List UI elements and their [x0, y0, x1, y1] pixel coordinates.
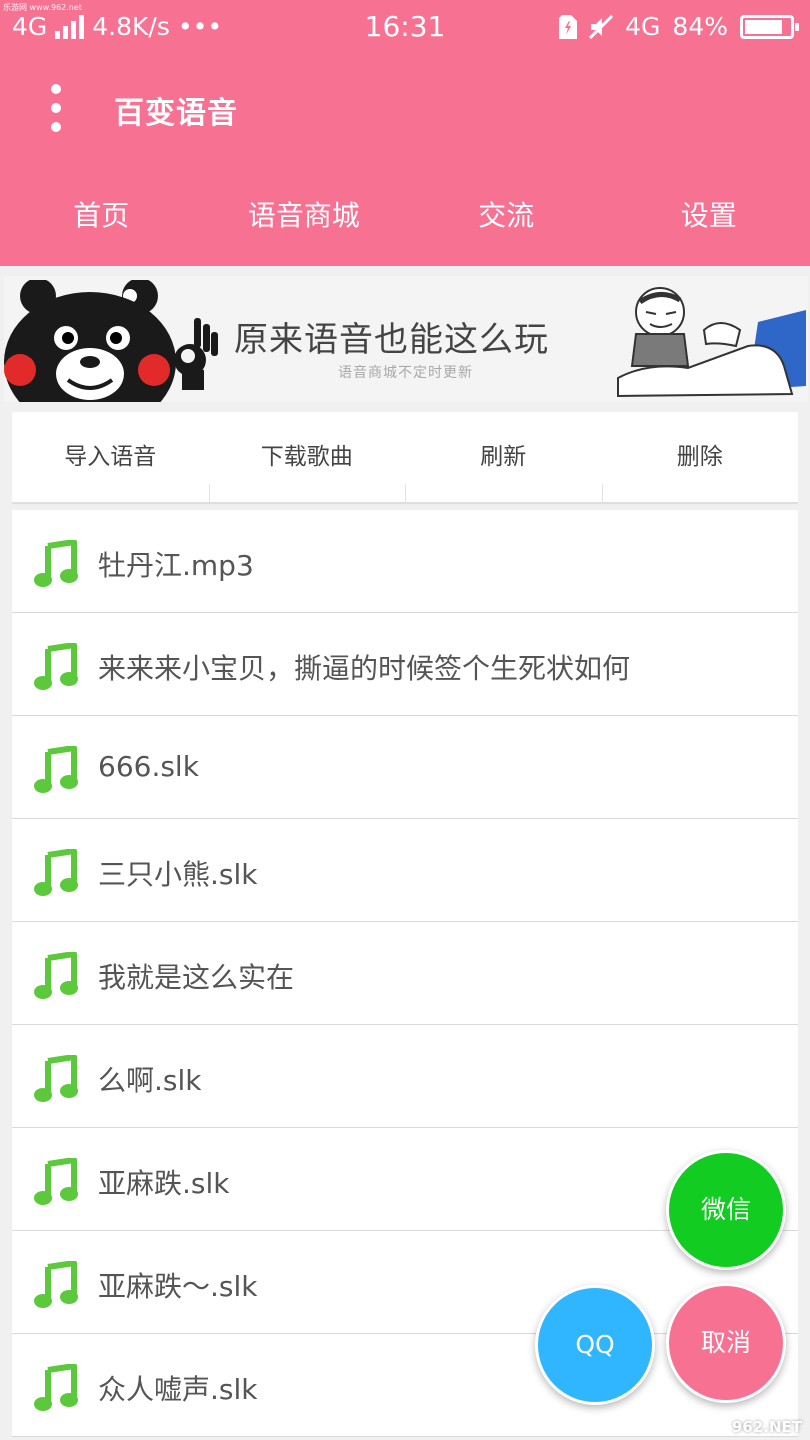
file-name: 三只小熊.slk: [98, 858, 258, 891]
battery-icon: [740, 14, 799, 39]
tab-settings[interactable]: 设置: [608, 178, 810, 258]
list-item[interactable]: 666.slk: [12, 716, 798, 819]
music-note-icon: [34, 643, 78, 690]
list-item[interactable]: 来来来小宝贝，撕逼的时候签个生死状如何: [12, 613, 798, 716]
music-note-icon: [34, 1364, 78, 1411]
watermark-logo: 962.NET: [731, 1418, 802, 1436]
list-item[interactable]: 么啊.slk: [12, 1025, 798, 1128]
delete-button[interactable]: 删除: [601, 412, 799, 502]
mute-icon: [589, 14, 614, 39]
header: 乐游网 www.962.net 4G 4.8K/s ••• 16:31 4G 8…: [0, 0, 810, 266]
file-name: 亚麻跌～.slk: [98, 1270, 258, 1303]
import-voice-button[interactable]: 导入语音: [12, 412, 209, 502]
download-songs-button[interactable]: 下载歌曲: [208, 412, 406, 502]
cancel-share-button[interactable]: 取消: [666, 1283, 786, 1403]
sim-card-icon: [559, 14, 578, 39]
app-bar: 百变语音: [0, 60, 810, 160]
share-qq-button[interactable]: QQ: [535, 1285, 655, 1405]
battery-percent: 84%: [672, 12, 728, 41]
file-name: 牡丹江.mp3: [98, 549, 254, 582]
promo-banner[interactable]: 原来语音也能这么玩 语音商城不定时更新: [4, 276, 808, 402]
file-name: 亚麻跌.slk: [98, 1167, 230, 1200]
clock: 16:31: [364, 10, 446, 43]
music-note-icon: [34, 1158, 78, 1205]
top-tabs: 首页 语音商城 交流 设置: [0, 178, 810, 258]
status-bar: 乐游网 www.962.net 4G 4.8K/s ••• 16:31 4G 8…: [0, 0, 810, 52]
overflow-menu-icon[interactable]: [46, 84, 66, 132]
network-type-right: 4G: [625, 12, 661, 41]
action-toolbar: 导入语音 下载歌曲 刷新 删除: [12, 412, 798, 504]
app-title: 百变语音: [114, 96, 238, 131]
music-note-icon: [34, 746, 78, 793]
file-name: 众人嘘声.slk: [98, 1373, 258, 1406]
list-item[interactable]: 牡丹江.mp3: [12, 510, 798, 613]
app-screen: 乐游网 www.962.net 4G 4.8K/s ••• 16:31 4G 8…: [0, 0, 810, 1440]
banner-title: 原来语音也能这么玩: [234, 320, 549, 360]
list-item[interactable]: 三只小熊.slk: [12, 819, 798, 922]
banner-subtitle: 语音商城不定时更新: [338, 365, 473, 381]
rage-comic-image: [617, 287, 806, 398]
music-note-icon: [34, 540, 78, 587]
tab-voice-store[interactable]: 语音商城: [203, 178, 406, 258]
share-wechat-button[interactable]: 微信: [666, 1150, 786, 1270]
tab-home[interactable]: 首页: [0, 178, 203, 258]
ok-hand-image: [174, 318, 218, 390]
file-name: 么啊.slk: [98, 1064, 202, 1097]
kumamon-bear-image: [4, 280, 176, 402]
file-name: 来来来小宝贝，撕逼的时候签个生死状如何: [98, 652, 631, 685]
voice-file-list: 牡丹江.mp3 来来来小宝贝，撕逼的时候签个生死状如何 666.slk 三只小熊.sl…: [12, 510, 798, 1437]
music-note-icon: [34, 952, 78, 999]
music-note-icon: [34, 1055, 78, 1102]
list-item[interactable]: 我就是这么实在: [12, 922, 798, 1025]
music-note-icon: [34, 1261, 78, 1308]
music-note-icon: [34, 849, 78, 896]
refresh-button[interactable]: 刷新: [405, 412, 602, 502]
tab-community[interactable]: 交流: [405, 178, 608, 258]
file-name: 666.slk: [98, 750, 199, 783]
file-name: 我就是这么实在: [98, 961, 295, 994]
